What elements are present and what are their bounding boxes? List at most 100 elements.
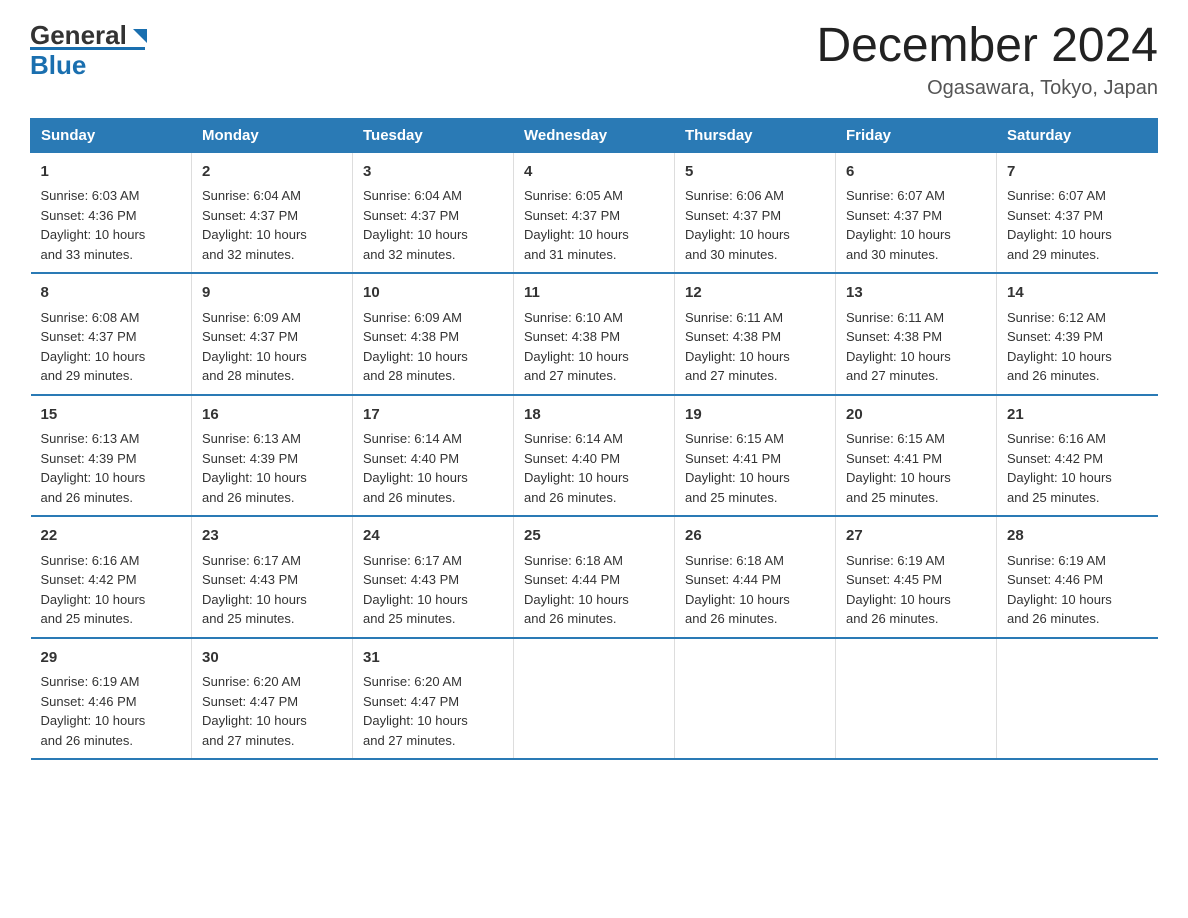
day-number: 6 [846, 161, 986, 184]
day-info-line: Daylight: 10 hours [524, 470, 629, 485]
day-cell: 13Sunrise: 6:11 AMSunset: 4:38 PMDayligh… [836, 273, 997, 395]
day-info-line: Sunrise: 6:04 AM [363, 188, 462, 203]
title-block: December 2024 Ogasawara, Tokyo, Japan [816, 20, 1158, 100]
day-info-line: and 28 minutes. [363, 368, 456, 383]
day-number: 22 [41, 525, 182, 548]
header-sunday: Sunday [31, 118, 192, 152]
day-info-line: and 27 minutes. [685, 368, 778, 383]
day-cell: 1Sunrise: 6:03 AMSunset: 4:36 PMDaylight… [31, 152, 192, 273]
day-info-line: Daylight: 10 hours [363, 349, 468, 364]
day-number: 2 [202, 161, 342, 184]
day-info-line: Sunset: 4:38 PM [685, 329, 781, 344]
day-info-line: Sunset: 4:37 PM [685, 208, 781, 223]
day-info-line: Daylight: 10 hours [41, 713, 146, 728]
day-cell: 8Sunrise: 6:08 AMSunset: 4:37 PMDaylight… [31, 273, 192, 395]
day-cell [514, 638, 675, 760]
calendar-title: December 2024 [816, 20, 1158, 73]
day-info-line: Sunset: 4:38 PM [363, 329, 459, 344]
day-cell: 6Sunrise: 6:07 AMSunset: 4:37 PMDaylight… [836, 152, 997, 273]
day-cell: 19Sunrise: 6:15 AMSunset: 4:41 PMDayligh… [675, 395, 836, 517]
day-info-line: Sunrise: 6:20 AM [202, 674, 301, 689]
day-info-line: Daylight: 10 hours [41, 227, 146, 242]
day-info-line: and 25 minutes. [846, 490, 939, 505]
day-number: 28 [1007, 525, 1148, 548]
day-cell: 20Sunrise: 6:15 AMSunset: 4:41 PMDayligh… [836, 395, 997, 517]
calendar-table: SundayMondayTuesdayWednesdayThursdayFrid… [30, 118, 1158, 761]
logo-blue: Blue [30, 50, 86, 80]
day-info-line: Sunrise: 6:09 AM [202, 310, 301, 325]
day-info-line: Daylight: 10 hours [846, 470, 951, 485]
day-number: 18 [524, 404, 664, 427]
day-cell [836, 638, 997, 760]
day-cell: 26Sunrise: 6:18 AMSunset: 4:44 PMDayligh… [675, 516, 836, 638]
day-cell: 9Sunrise: 6:09 AMSunset: 4:37 PMDaylight… [192, 273, 353, 395]
day-info-line: Daylight: 10 hours [685, 592, 790, 607]
day-info-line: and 30 minutes. [685, 247, 778, 262]
day-info-line: and 30 minutes. [846, 247, 939, 262]
header-wednesday: Wednesday [514, 118, 675, 152]
day-number: 31 [363, 647, 503, 670]
day-cell: 30Sunrise: 6:20 AMSunset: 4:47 PMDayligh… [192, 638, 353, 760]
day-info-line: and 31 minutes. [524, 247, 617, 262]
day-info-line: Daylight: 10 hours [685, 227, 790, 242]
week-row-4: 22Sunrise: 6:16 AMSunset: 4:42 PMDayligh… [31, 516, 1158, 638]
day-info-line: and 27 minutes. [524, 368, 617, 383]
day-cell: 16Sunrise: 6:13 AMSunset: 4:39 PMDayligh… [192, 395, 353, 517]
day-info-line: and 29 minutes. [1007, 247, 1100, 262]
day-info-line: Sunrise: 6:17 AM [363, 553, 462, 568]
day-info-line: and 32 minutes. [202, 247, 295, 262]
day-info-line: Sunset: 4:37 PM [202, 208, 298, 223]
day-cell: 27Sunrise: 6:19 AMSunset: 4:45 PMDayligh… [836, 516, 997, 638]
day-info-line: Sunrise: 6:17 AM [202, 553, 301, 568]
day-cell: 28Sunrise: 6:19 AMSunset: 4:46 PMDayligh… [997, 516, 1158, 638]
day-info-line: and 26 minutes. [202, 490, 295, 505]
day-info-line: and 26 minutes. [685, 611, 778, 626]
day-info-line: and 27 minutes. [202, 733, 295, 748]
day-cell: 5Sunrise: 6:06 AMSunset: 4:37 PMDaylight… [675, 152, 836, 273]
header-monday: Monday [192, 118, 353, 152]
day-number: 1 [41, 161, 182, 184]
day-info-line: Sunset: 4:44 PM [524, 572, 620, 587]
day-number: 26 [685, 525, 825, 548]
day-cell: 23Sunrise: 6:17 AMSunset: 4:43 PMDayligh… [192, 516, 353, 638]
day-info-line: Sunrise: 6:11 AM [846, 310, 944, 325]
day-info-line: Sunset: 4:37 PM [846, 208, 942, 223]
day-info-line: and 26 minutes. [1007, 611, 1100, 626]
day-info-line: and 33 minutes. [41, 247, 134, 262]
day-number: 8 [41, 282, 182, 305]
day-info-line: and 25 minutes. [41, 611, 134, 626]
day-info-line: Sunset: 4:41 PM [846, 451, 942, 466]
day-info-line: Sunrise: 6:13 AM [202, 431, 301, 446]
day-cell: 15Sunrise: 6:13 AMSunset: 4:39 PMDayligh… [31, 395, 192, 517]
day-info-line: and 32 minutes. [363, 247, 456, 262]
day-info-line: and 25 minutes. [202, 611, 295, 626]
calendar-header-row: SundayMondayTuesdayWednesdayThursdayFrid… [31, 118, 1158, 152]
day-cell: 10Sunrise: 6:09 AMSunset: 4:38 PMDayligh… [353, 273, 514, 395]
day-number: 23 [202, 525, 342, 548]
day-number: 21 [1007, 404, 1148, 427]
day-info-line: Sunset: 4:37 PM [1007, 208, 1103, 223]
day-number: 30 [202, 647, 342, 670]
day-info-line: Daylight: 10 hours [1007, 349, 1112, 364]
day-info-line: Daylight: 10 hours [685, 349, 790, 364]
day-info-line: Daylight: 10 hours [41, 349, 146, 364]
day-info-line: and 25 minutes. [363, 611, 456, 626]
day-info-line: Daylight: 10 hours [524, 592, 629, 607]
header-tuesday: Tuesday [353, 118, 514, 152]
day-cell [675, 638, 836, 760]
day-cell: 18Sunrise: 6:14 AMSunset: 4:40 PMDayligh… [514, 395, 675, 517]
logo-arrow-icon [129, 25, 151, 47]
day-number: 12 [685, 282, 825, 305]
day-info-line: Daylight: 10 hours [1007, 227, 1112, 242]
day-info-line: Daylight: 10 hours [363, 470, 468, 485]
day-info-line: Sunrise: 6:05 AM [524, 188, 623, 203]
day-info-line: Sunset: 4:37 PM [202, 329, 298, 344]
day-info-line: Sunset: 4:43 PM [202, 572, 298, 587]
day-info-line: Sunrise: 6:15 AM [685, 431, 784, 446]
day-info-line: Daylight: 10 hours [1007, 592, 1112, 607]
day-info-line: Sunrise: 6:03 AM [41, 188, 140, 203]
day-number: 20 [846, 404, 986, 427]
header-friday: Friday [836, 118, 997, 152]
day-info-line: Sunrise: 6:16 AM [1007, 431, 1106, 446]
day-info-line: Sunset: 4:40 PM [524, 451, 620, 466]
